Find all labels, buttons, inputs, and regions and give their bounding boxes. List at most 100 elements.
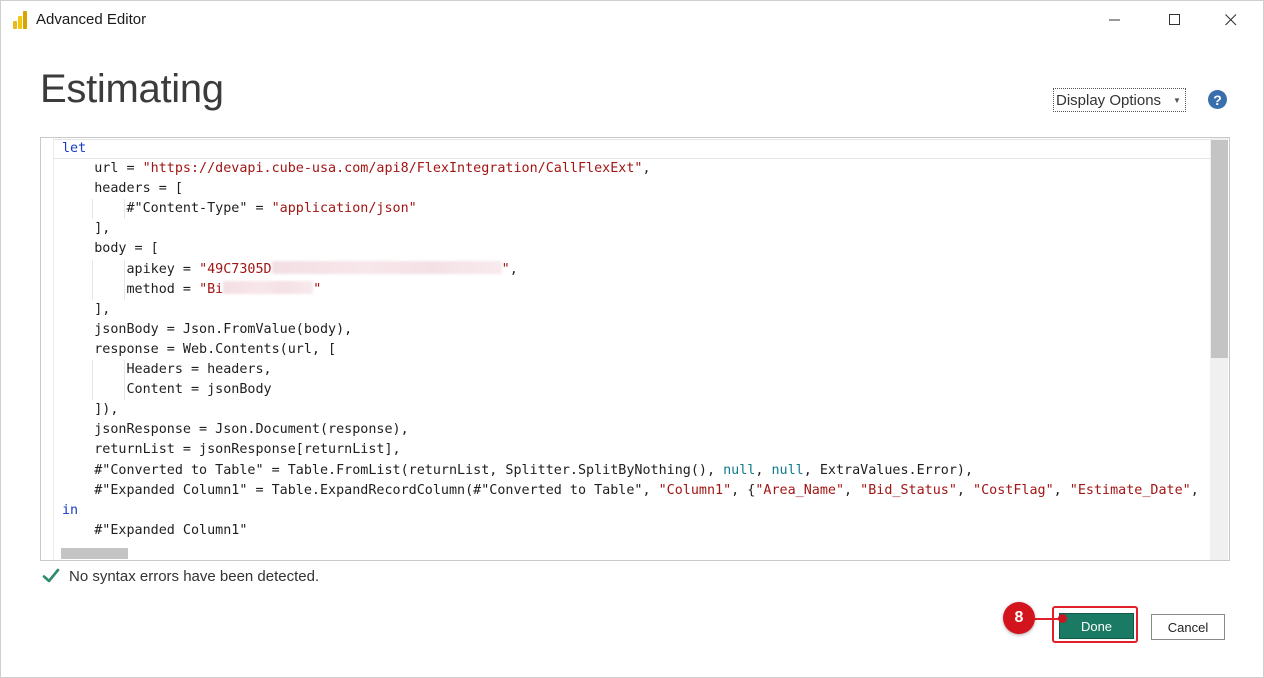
- code-token: ],: [62, 221, 111, 237]
- code-line: ],: [62, 300, 1199, 320]
- string-literal: "Estimate_Date": [1069, 482, 1191, 498]
- code-token: ,: [755, 462, 772, 478]
- code-token: headers = [: [62, 181, 183, 197]
- code-line: let: [62, 139, 1199, 159]
- string-literal: ": [501, 261, 510, 277]
- indent-guide: [124, 199, 126, 220]
- check-icon: [42, 568, 60, 583]
- indent-guide: [124, 279, 126, 300]
- step-callout-dot: [1058, 614, 1067, 623]
- code-token: ]),: [62, 402, 119, 418]
- code-line: headers = [: [62, 179, 1199, 199]
- code-line: Headers = headers,: [62, 360, 1199, 381]
- code-line: #"Converted to Table" = Table.FromList(r…: [62, 461, 1199, 481]
- window-title: Advanced Editor: [36, 11, 147, 28]
- power-bi-logo-icon: [13, 11, 28, 29]
- code-token: ],: [62, 301, 111, 317]
- code-token: response = Web.Contents(url, [: [62, 341, 337, 357]
- keyword: let: [62, 141, 87, 156]
- code-line: jsonBody = Json.FromValue(body),: [62, 320, 1199, 340]
- close-icon: [1225, 14, 1237, 26]
- code-token: jsonResponse = Json.Document(response),: [62, 422, 409, 438]
- code-token: Headers = headers,: [62, 362, 272, 378]
- horizontal-scroll-thumb[interactable]: [61, 548, 128, 559]
- null-literal: null: [771, 462, 804, 478]
- indent-guide: [124, 360, 126, 381]
- code-token: apikey =: [62, 261, 200, 277]
- string-literal: ": [313, 281, 322, 297]
- display-options-label: Display Options: [1056, 91, 1162, 109]
- code-token: url =: [62, 161, 143, 177]
- vertical-scrollbar[interactable]: [1210, 138, 1228, 560]
- code-token: Content = jsonBody: [62, 382, 272, 398]
- code-token: ,: [844, 482, 861, 498]
- indent-guide: [124, 259, 126, 280]
- cancel-button[interactable]: Cancel: [1151, 614, 1225, 640]
- code-line: apikey = "49C7305D ",: [62, 259, 1199, 280]
- code-token: returnList = jsonResponse[returnList],: [62, 442, 401, 458]
- code-token: #"Expanded Column1": [62, 522, 248, 538]
- code-line: ]),: [62, 400, 1199, 420]
- code-token: body = [: [62, 241, 159, 257]
- string-literal: "application/json": [271, 201, 417, 217]
- maximize-icon: [1169, 14, 1180, 25]
- indent-guide: [92, 259, 94, 280]
- code-line: Content = jsonBody: [62, 380, 1199, 401]
- string-literal: "Bi: [199, 281, 224, 297]
- display-options-dropdown[interactable]: Display Options ▼: [1053, 88, 1186, 112]
- gutter-divider: [53, 138, 54, 560]
- code-line: body = [: [62, 239, 1199, 259]
- code-token: ,: [509, 261, 518, 277]
- query-name-heading: Estimating: [40, 67, 224, 111]
- keyword: in: [62, 502, 79, 518]
- minimize-icon: [1109, 19, 1120, 21]
- vertical-scroll-thumb[interactable]: [1211, 140, 1228, 358]
- code-line: in: [62, 501, 1199, 521]
- close-button[interactable]: [1208, 1, 1254, 39]
- string-literal: "https://devapi.cube-usa.com/api8/FlexIn…: [142, 161, 643, 177]
- syntax-status-message: No syntax errors have been detected.: [69, 567, 320, 585]
- code-line: jsonResponse = Json.Document(response),: [62, 420, 1199, 440]
- code-line: method = "Bi ": [62, 279, 1199, 300]
- minimize-button[interactable]: [1092, 1, 1138, 39]
- code-token: ,: [642, 161, 651, 177]
- string-literal: "Area_Name": [755, 482, 845, 498]
- step-number-badge: 8: [1003, 602, 1035, 634]
- code-line: response = Web.Contents(url, [: [62, 340, 1199, 360]
- code-token: ,: [1053, 482, 1070, 498]
- caret-down-icon: ▼: [1173, 95, 1181, 105]
- done-button[interactable]: Done: [1059, 613, 1134, 639]
- syntax-status: No syntax errors have been detected.: [42, 567, 319, 585]
- title-bar[interactable]: Advanced Editor: [1, 1, 1263, 39]
- code-line: #"Expanded Column1" = Table.ExpandRecord…: [62, 481, 1199, 501]
- indent-guide: [92, 360, 94, 381]
- indent-guide: [92, 279, 94, 300]
- code-text[interactable]: let url = "https://devapi.cube-usa.com/a…: [62, 139, 1199, 541]
- help-icon[interactable]: ?: [1208, 90, 1227, 109]
- string-literal: "49C7305D: [199, 261, 272, 277]
- maximize-button[interactable]: [1152, 1, 1198, 39]
- code-line: #"Expanded Column1": [62, 521, 1199, 541]
- code-line: returnList = jsonResponse[returnList],: [62, 440, 1199, 460]
- redacted-value: [271, 260, 502, 274]
- code-line: ],: [62, 219, 1199, 239]
- indent-guide: [92, 199, 94, 220]
- code-token: , ExtraValues.Error),: [803, 462, 974, 478]
- string-literal: "Column1": [658, 482, 732, 498]
- code-token: #"Content-Type" =: [62, 201, 272, 217]
- code-token: #"Expanded Column1" = Table.ExpandRecord…: [62, 482, 659, 498]
- null-literal: null: [723, 462, 756, 478]
- code-token: ,: [956, 482, 974, 498]
- string-literal: "CostFlag": [973, 482, 1054, 498]
- indent-guide: [124, 380, 126, 401]
- advanced-editor-window: Advanced Editor Estimating Display Optio…: [0, 0, 1264, 678]
- indent-guide: [92, 380, 94, 401]
- string-literal: "Bid_Status": [860, 482, 957, 498]
- code-line: url = "https://devapi.cube-usa.com/api8/…: [62, 159, 1199, 179]
- code-token: method =: [62, 281, 200, 297]
- code-token: , {: [731, 482, 756, 498]
- redacted-value: [223, 280, 314, 294]
- code-editor[interactable]: let url = "https://devapi.cube-usa.com/a…: [40, 137, 1230, 561]
- code-token: #"Converted to Table" = Table.FromList(r…: [62, 462, 724, 478]
- code-line: #"Content-Type" = "application/json": [62, 199, 1199, 220]
